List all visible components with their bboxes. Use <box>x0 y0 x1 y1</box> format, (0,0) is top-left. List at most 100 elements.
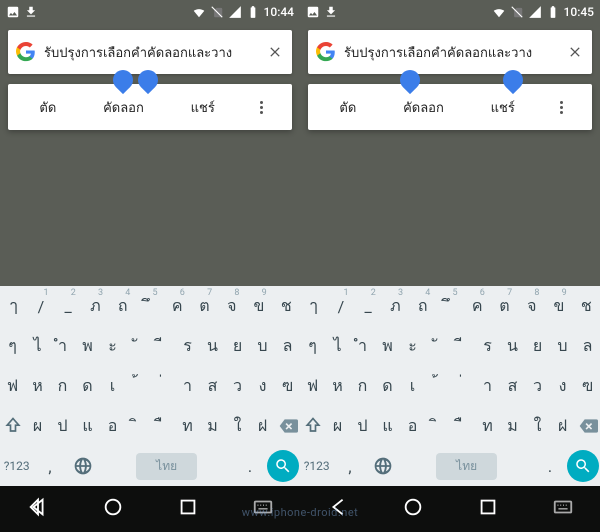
key[interactable]: ม <box>500 406 525 446</box>
key[interactable]: เ <box>400 366 425 406</box>
key[interactable]: ผ <box>325 406 350 446</box>
key[interactable]: ั <box>125 326 150 366</box>
key-search[interactable] <box>567 446 600 486</box>
key[interactable]: ใ <box>525 406 550 446</box>
key[interactable]: ๆ <box>0 326 25 366</box>
key[interactable]: จ8 <box>218 286 245 326</box>
key[interactable]: ื <box>150 406 175 446</box>
key[interactable]: า <box>475 366 500 406</box>
key[interactable]: /1 <box>327 286 354 326</box>
key[interactable]: ฝ <box>250 406 275 446</box>
nav-back[interactable] <box>327 496 349 522</box>
key[interactable]: ป <box>50 406 75 446</box>
key[interactable]: ฟ <box>300 366 325 406</box>
key[interactable]: ห <box>325 366 350 406</box>
key[interactable]: ะ <box>100 326 125 366</box>
copy-button[interactable]: คัดลอก <box>95 97 152 118</box>
key[interactable]: ช <box>273 286 300 326</box>
key[interactable]: ภ3 <box>82 286 109 326</box>
key[interactable]: ะ <box>400 326 425 366</box>
key[interactable]: _2 <box>55 286 82 326</box>
clear-icon[interactable] <box>566 43 584 61</box>
key-shift[interactable] <box>0 406 25 446</box>
key[interactable]: า <box>175 366 200 406</box>
key[interactable]: แ <box>75 406 100 446</box>
key-symbols[interactable]: ?123 <box>300 446 333 486</box>
cut-button[interactable]: ตัด <box>31 97 64 118</box>
key[interactable]: ล <box>275 326 300 366</box>
key-space[interactable]: ไทย <box>100 446 233 486</box>
key[interactable]: น <box>200 326 225 366</box>
key[interactable]: ื <box>450 406 475 446</box>
key[interactable]: ด <box>75 366 100 406</box>
key[interactable]: _2 <box>355 286 382 326</box>
key[interactable]: ่ <box>450 366 475 406</box>
key[interactable]: พ <box>375 326 400 366</box>
key[interactable]: ว <box>225 366 250 406</box>
key-search[interactable] <box>267 446 300 486</box>
more-button[interactable] <box>554 101 569 114</box>
key[interactable]: ร <box>175 326 200 366</box>
key-globe[interactable] <box>67 446 100 486</box>
key[interactable]: ม <box>200 406 225 446</box>
key[interactable]: ใ <box>225 406 250 446</box>
search-input[interactable]: รับปรุงการเลือกคำคัดลอกและวาง <box>344 42 560 63</box>
key[interactable]: น <box>500 326 525 366</box>
key[interactable]: ฟ <box>0 366 25 406</box>
key[interactable]: ึ5 <box>136 286 163 326</box>
key[interactable]: ย <box>525 326 550 366</box>
key-space[interactable]: ไทย <box>400 446 533 486</box>
key[interactable]: ก <box>350 366 375 406</box>
key[interactable]: ั <box>425 326 450 366</box>
key[interactable]: บ <box>550 326 575 366</box>
key[interactable]: จ8 <box>518 286 545 326</box>
key[interactable]: ป <box>350 406 375 446</box>
key[interactable]: ย <box>225 326 250 366</box>
key[interactable]: ก <box>50 366 75 406</box>
key[interactable]: ฃ <box>575 366 600 406</box>
key[interactable]: ้ <box>425 366 450 406</box>
key[interactable]: อ <box>400 406 425 446</box>
key[interactable]: ถ4 <box>409 286 436 326</box>
key-globe[interactable] <box>367 446 400 486</box>
key[interactable]: ๆ <box>300 326 325 366</box>
share-button[interactable]: แชร์ <box>483 97 523 118</box>
key[interactable]: เ <box>100 366 125 406</box>
key[interactable]: แ <box>375 406 400 446</box>
key-comma[interactable]: , <box>33 446 66 486</box>
key[interactable]: ี <box>450 326 475 366</box>
key[interactable]: ำ <box>50 326 75 366</box>
nav-recent[interactable] <box>477 496 499 522</box>
key[interactable]: ห <box>25 366 50 406</box>
key[interactable]: ถ4 <box>109 286 136 326</box>
key[interactable]: ค6 <box>164 286 191 326</box>
nav-back[interactable] <box>27 496 49 522</box>
key[interactable]: ส <box>200 366 225 406</box>
key-period[interactable]: . <box>233 446 266 486</box>
key[interactable]: พ <box>75 326 100 366</box>
key-period[interactable]: . <box>533 446 566 486</box>
key[interactable]: ว <box>525 366 550 406</box>
nav-ime[interactable] <box>252 496 274 522</box>
key[interactable]: ค6 <box>464 286 491 326</box>
key[interactable]: ข9 <box>545 286 572 326</box>
key[interactable]: ท <box>475 406 500 446</box>
key-backspace[interactable] <box>275 406 300 446</box>
key[interactable]: ภ3 <box>382 286 409 326</box>
key[interactable]: ิ <box>425 406 450 446</box>
key[interactable]: บ <box>250 326 275 366</box>
nav-ime[interactable] <box>552 496 574 522</box>
key-backspace[interactable] <box>575 406 600 446</box>
key[interactable]: ข9 <box>245 286 272 326</box>
key[interactable]: อ <box>100 406 125 446</box>
key[interactable]: ฃ <box>275 366 300 406</box>
nav-recent[interactable] <box>177 496 199 522</box>
key[interactable]: ผ <box>25 406 50 446</box>
copy-button[interactable]: คัดลอก <box>395 97 452 118</box>
key[interactable]: ึ5 <box>436 286 463 326</box>
key[interactable]: ฝ <box>550 406 575 446</box>
key[interactable]: ำ <box>350 326 375 366</box>
key[interactable]: ไ <box>25 326 50 366</box>
search-bar[interactable]: รับปรุงการเลือกคำคัดลอกและวาง <box>8 30 292 74</box>
key[interactable]: ิ <box>125 406 150 446</box>
